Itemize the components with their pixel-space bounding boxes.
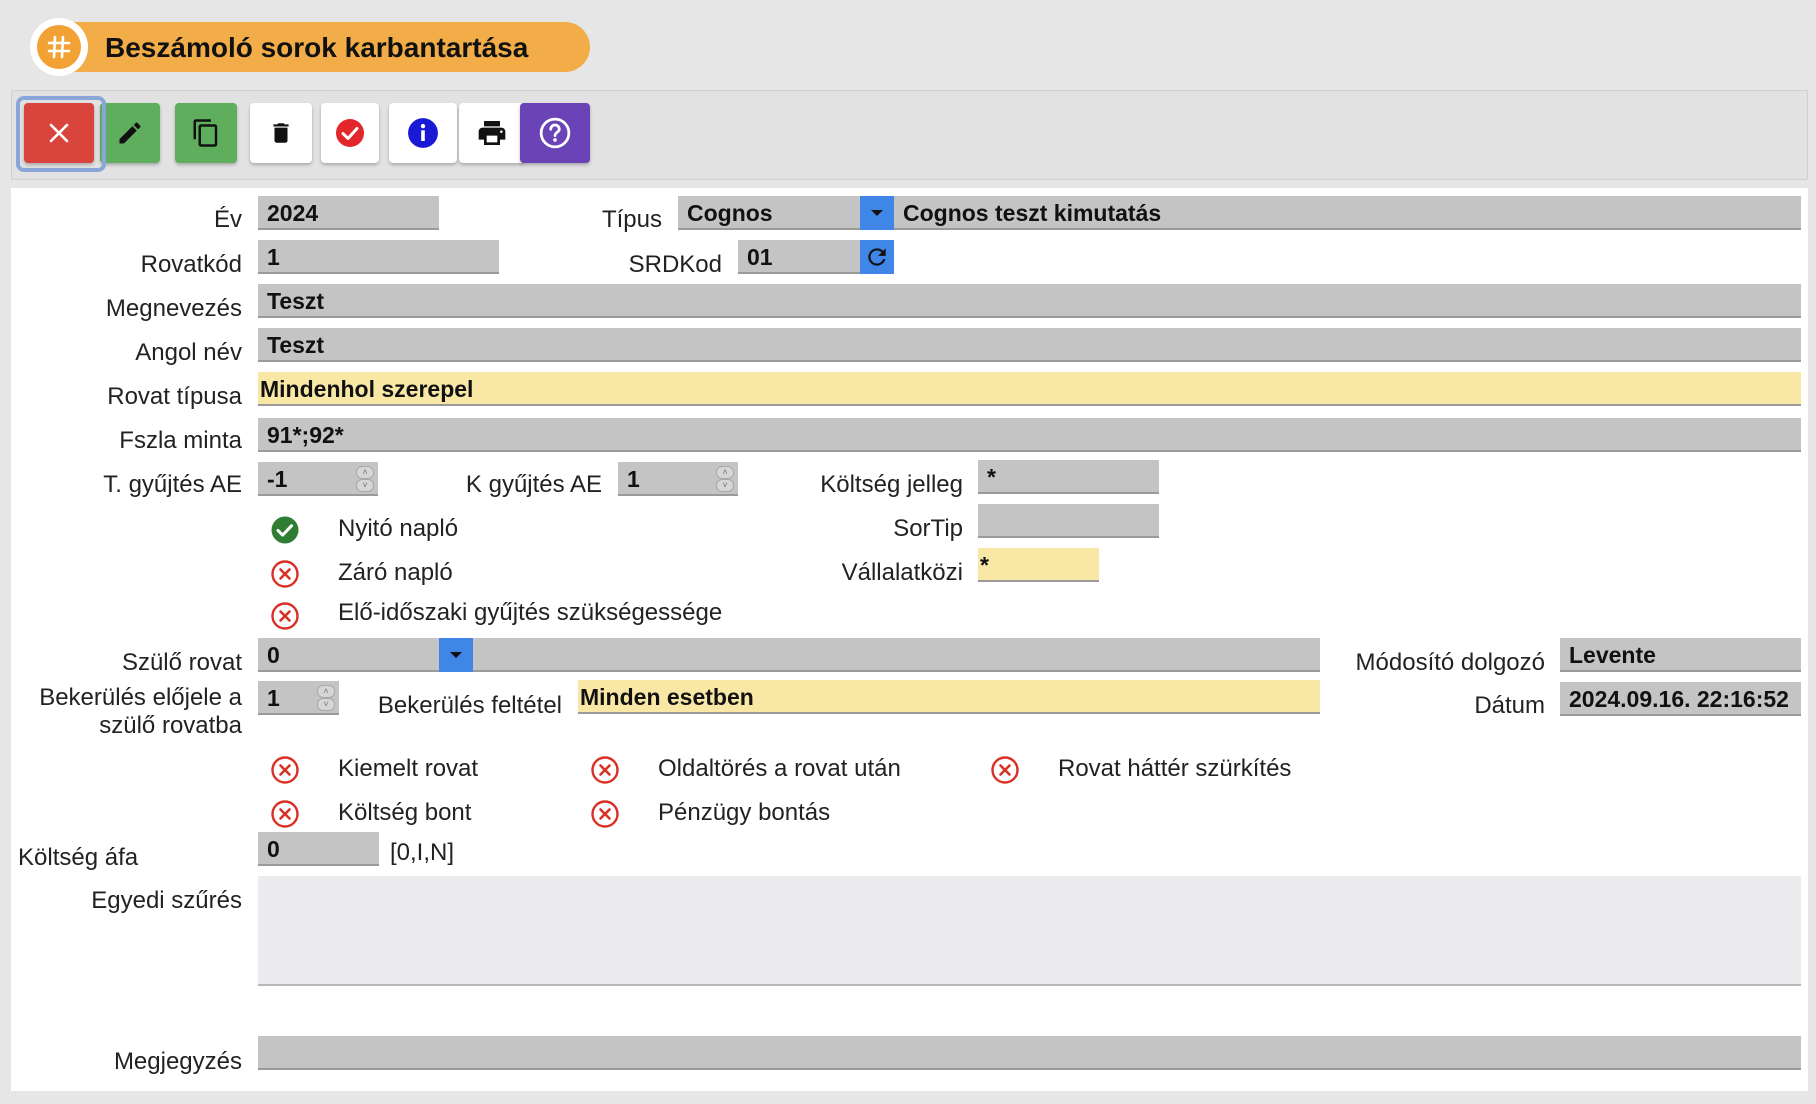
rovat-tipusa-select[interactable]: Mindenhol szerepel (258, 372, 1801, 406)
fszla-minta-field[interactable]: 91*;92* (258, 418, 1801, 452)
tipus-select[interactable]: Cognos (678, 196, 860, 230)
koltseg-jelleg-label: Költség jelleg (820, 471, 963, 498)
datum-label: Dátum (1474, 692, 1545, 719)
info-button[interactable] (389, 103, 457, 163)
rovat-hatter-label: Rovat háttér szürkítés (1058, 755, 1292, 782)
pencil-icon (119, 122, 141, 144)
unchecked-circle-icon[interactable] (990, 755, 1020, 785)
koltseg-afa-hint: [0,I,N] (390, 839, 455, 866)
angol-nev-label: Angol név (135, 339, 242, 366)
trash-icon (273, 123, 289, 143)
datum-field: 2024.09.16. 22:16:52 (1560, 682, 1801, 716)
bekerules-elojele-stepper[interactable]: ˄ ˅ (316, 684, 336, 712)
caret-down-icon (871, 210, 883, 216)
sortip-field[interactable] (978, 504, 1159, 538)
ev-field[interactable]: 2024 (258, 196, 439, 230)
rovat-tipusa-label: Rovat típusa (107, 383, 242, 410)
megjegyzes-label: Megjegyzés (113, 1048, 242, 1075)
help-button[interactable] (520, 103, 590, 163)
sortip-label: SorTip (893, 515, 963, 542)
info-icon (408, 118, 438, 148)
srdkod-refresh-button[interactable] (860, 240, 894, 274)
koltseg-jelleg-field[interactable]: * (978, 460, 1159, 494)
tipus-label: Típus (601, 206, 662, 233)
szulo-rovat-dropdown-button[interactable] (439, 638, 473, 672)
vallalatkozi-label: Vállalatközi (841, 559, 963, 586)
megjegyzes-field[interactable] (258, 1036, 1801, 1070)
nyito-naplo-label: Nyitó napló (338, 515, 459, 542)
megnevezes-field[interactable]: Teszt (258, 284, 1801, 318)
vallalatkozi-select[interactable]: * (978, 548, 1099, 582)
t-gyujtes-ae-stepper[interactable]: ˄ ˅ (355, 465, 375, 493)
edit-button[interactable] (100, 103, 160, 163)
approve-button[interactable] (321, 103, 379, 163)
koltseg-bont-label: Költség bont (338, 799, 472, 826)
toolbar (11, 90, 1808, 180)
copy-icon (193, 119, 218, 147)
tipus-dropdown-button[interactable] (860, 196, 894, 230)
oldaltores-label: Oldaltörés a rovat után (658, 755, 901, 782)
printer-icon (478, 121, 506, 145)
print-button[interactable] (459, 103, 525, 163)
modosito-dolgozo-field: Levente (1560, 638, 1801, 672)
kiemelt-rovat-label: Kiemelt rovat (338, 755, 479, 782)
elo-idoszaki-label: Elő-időszaki gyűjtés szükségessége (338, 599, 723, 626)
unchecked-circle-icon[interactable] (590, 799, 620, 829)
k-gyujtes-ae-label: K gyűjtés AE (465, 471, 602, 498)
bekerules-elojele-label-2: szülő rovatba (99, 712, 242, 739)
angol-nev-field[interactable]: Teszt (258, 328, 1801, 362)
t-gyujtes-ae-label: T. gyűjtés AE (103, 471, 242, 498)
bekerules-feltetel-select[interactable]: Minden esetben (578, 680, 1320, 714)
koltseg-afa-label: Költség áfa (18, 844, 139, 871)
szulo-rovat-label: Szülő rovat (121, 649, 242, 676)
page-title: Beszámoló sorok karbantartása (105, 32, 529, 63)
egyedi-szures-label: Egyedi szűrés (91, 887, 242, 914)
k-gyujtes-ae-stepper[interactable]: ˄ ˅ (715, 465, 735, 493)
bekerules-elojele-label-1: Bekerülés előjele a (39, 684, 242, 711)
bekerules-feltetel-label: Bekerülés feltétel (377, 692, 562, 719)
szulo-rovat-select[interactable]: 0 (258, 638, 439, 672)
koltseg-afa-field[interactable]: 0 (258, 832, 379, 866)
srdkod-label: SRDKod (628, 251, 722, 278)
focus-ring (16, 96, 106, 172)
unchecked-circle-icon[interactable] (270, 601, 300, 631)
unchecked-circle-icon[interactable] (590, 755, 620, 785)
megnevezes-label: Megnevezés (105, 295, 242, 322)
srdkod-field[interactable]: 01 (738, 240, 860, 274)
fszla-minta-label: Fszla minta (119, 427, 242, 454)
question-icon (539, 117, 571, 149)
szulo-rovat-description (473, 638, 1320, 672)
unchecked-circle-icon[interactable] (270, 559, 300, 589)
unchecked-circle-icon[interactable] (270, 755, 300, 785)
ev-label: Év (213, 206, 242, 233)
rovatkod-field[interactable]: 1 (258, 240, 499, 274)
checked-circle-icon[interactable] (270, 515, 300, 545)
unchecked-circle-icon[interactable] (270, 799, 300, 829)
egyedi-szures-textarea[interactable] (258, 876, 1801, 986)
rovatkod-label: Rovatkód (140, 251, 242, 278)
tipus-description: Cognos teszt kimutatás (894, 196, 1801, 230)
hash-icon (30, 18, 88, 76)
zaro-naplo-label: Záró napló (338, 559, 453, 586)
refresh-icon (868, 248, 886, 266)
check-circle-icon (336, 119, 364, 147)
caret-down-icon (450, 652, 462, 658)
delete-button[interactable] (250, 103, 312, 163)
copy-button[interactable] (175, 103, 237, 163)
modosito-dolgozo-label: Módosító dolgozó (1355, 649, 1545, 676)
penzugy-bontas-label: Pénzügy bontás (658, 799, 831, 826)
